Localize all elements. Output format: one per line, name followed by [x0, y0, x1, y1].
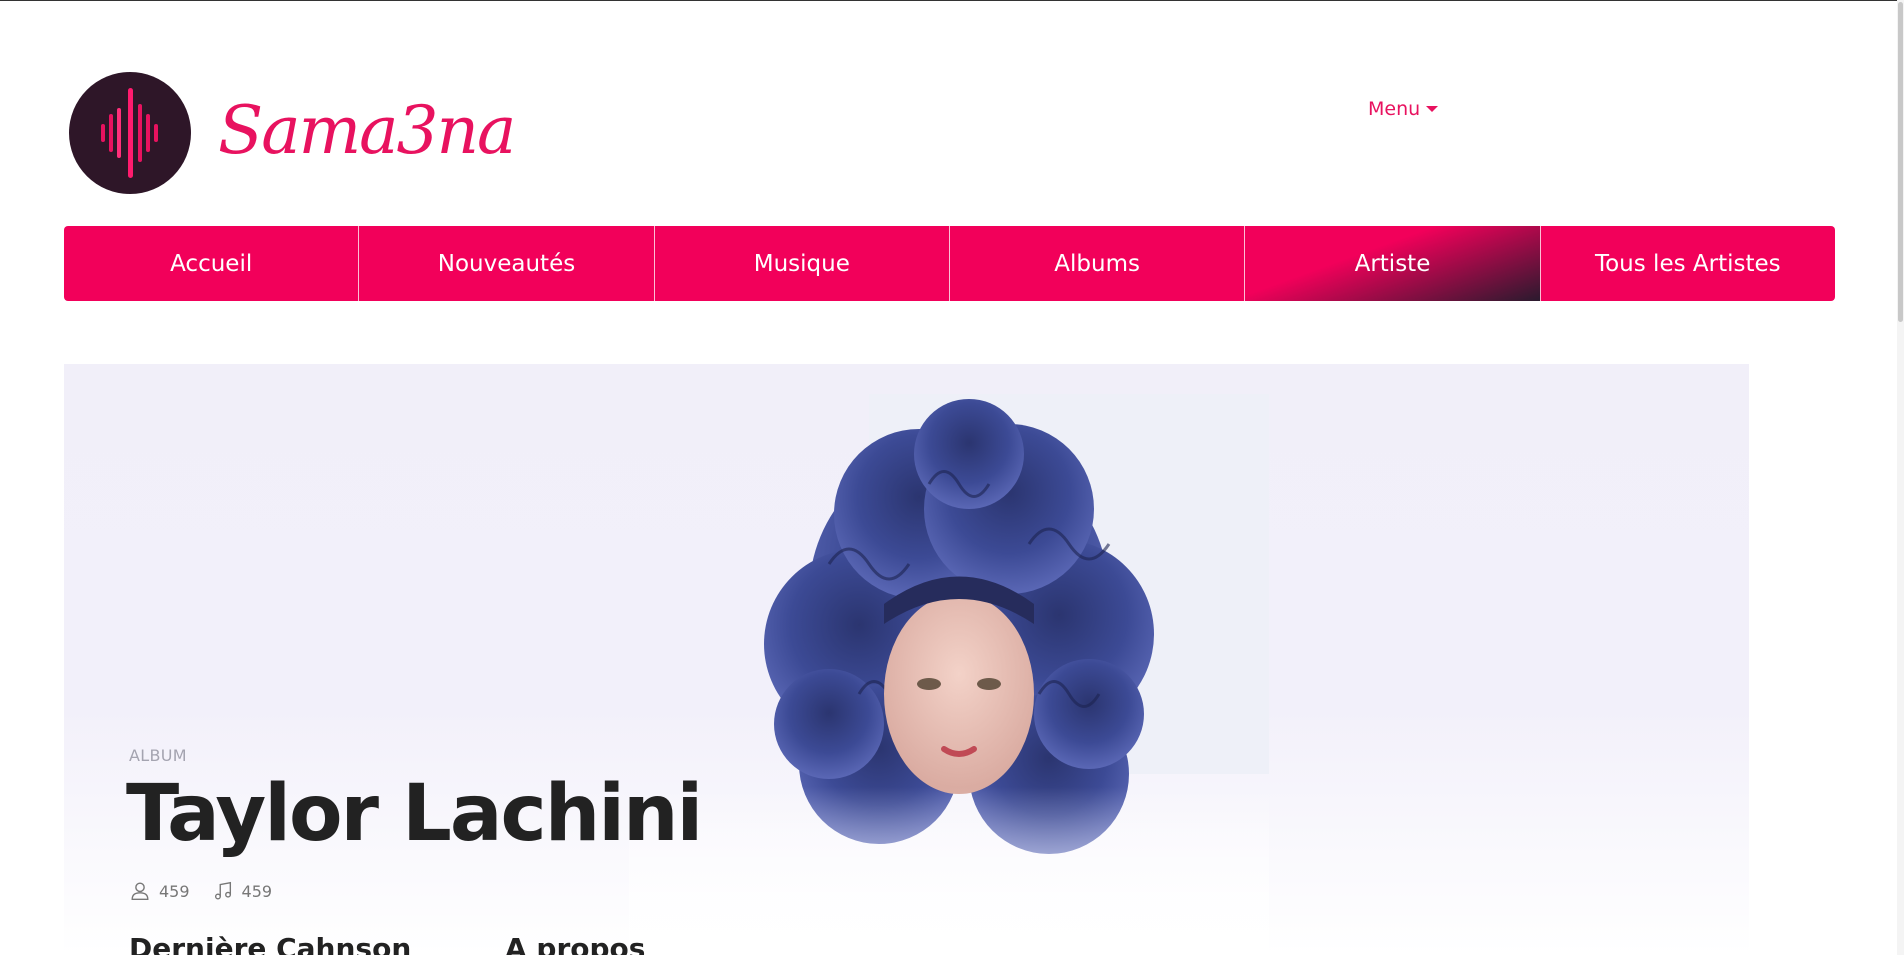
artist-portrait-image	[629, 394, 1269, 955]
latest-song-heading: Dernière Cahnson	[129, 932, 412, 955]
nav-item-albums[interactable]: Albums	[950, 226, 1246, 301]
logo-icon[interactable]	[69, 72, 191, 194]
music-note-icon	[214, 881, 231, 900]
nav-item-tous-les-artistes[interactable]: Tous les Artistes	[1541, 226, 1835, 301]
followers-count: 459	[159, 881, 190, 901]
main-navigation: Accueil Nouveautés Musique Albums Artist…	[64, 226, 1835, 301]
site-header: Sama3na Menu	[0, 0, 1904, 220]
artist-stats: 459 459	[129, 880, 272, 902]
artist-hero: ALBUM Taylor Lachini 459 459 Dernière Ca…	[64, 364, 1749, 955]
caret-down-icon	[1426, 106, 1439, 112]
about-heading: A propos	[505, 932, 646, 955]
menu-dropdown-toggle[interactable]: Menu	[1368, 98, 1439, 120]
nav-item-artiste[interactable]: Artiste	[1245, 226, 1541, 301]
brand-logo-text[interactable]: Sama3na	[218, 92, 516, 169]
page-scrollbar-thumb[interactable]	[1898, 2, 1903, 322]
album-label: ALBUM	[129, 746, 187, 765]
nav-item-musique[interactable]: Musique	[655, 226, 950, 301]
followers-stat: 459	[129, 880, 190, 902]
tracks-count: 459	[241, 881, 273, 901]
artist-name: Taylor Lachini	[126, 769, 703, 859]
nav-item-nouveautes[interactable]: Nouveautés	[359, 226, 655, 301]
user-icon	[131, 882, 149, 900]
nav-item-accueil[interactable]: Accueil	[64, 226, 360, 301]
menu-label: Menu	[1368, 98, 1421, 120]
tracks-stat: 459	[212, 880, 273, 902]
